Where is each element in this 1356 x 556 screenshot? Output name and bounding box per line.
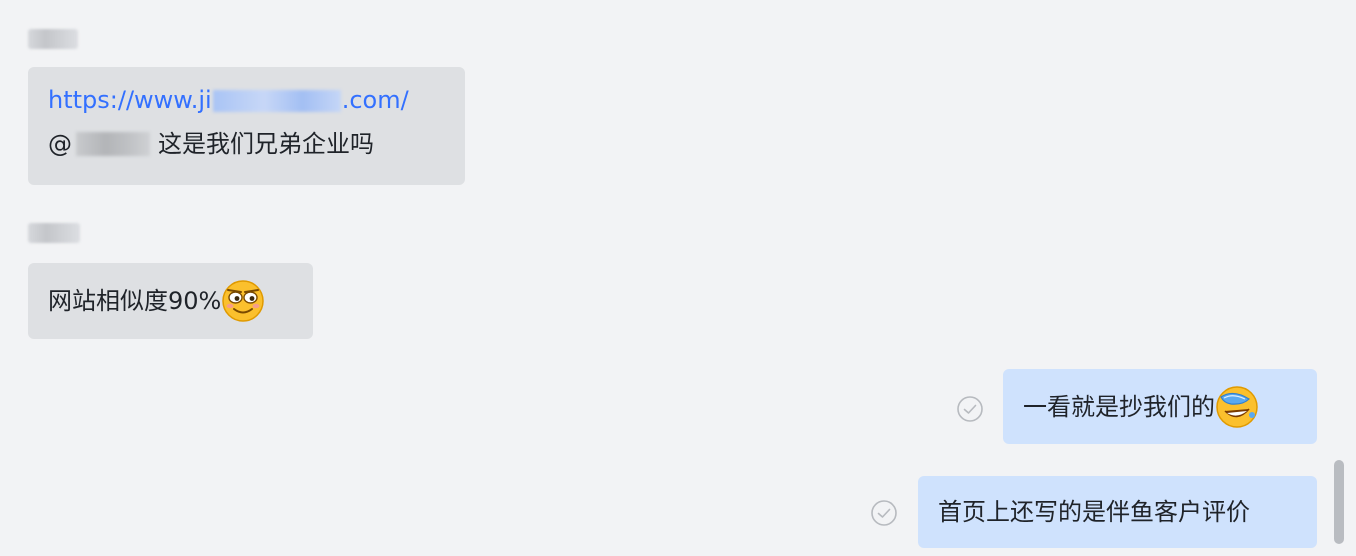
message-bubble-outgoing[interactable]: 一看就是抄我们的 <box>1003 369 1317 444</box>
facepalm-laugh-emoji-icon <box>1216 385 1258 428</box>
read-status-icon <box>871 500 897 526</box>
message-text: 这是我们兄弟企业吗 <box>158 130 374 158</box>
mention-redaction <box>76 132 150 156</box>
message-content: 一看就是抄我们的 <box>1023 369 1297 444</box>
message-bubble-incoming[interactable]: https://www.ji .com/ @ 这是我们兄弟企业吗 <box>28 67 465 185</box>
smirk-emoji-icon <box>222 280 265 322</box>
chat-message-list: https://www.ji .com/ @ 这是我们兄弟企业吗 网站相似度90% <box>0 0 1356 556</box>
message-text: 首页上还写的是伴鱼客户评价 <box>938 498 1250 526</box>
link-redaction <box>212 90 341 112</box>
sender-name-blurred <box>28 222 80 244</box>
message-text: 一看就是抄我们的 <box>1023 392 1215 421</box>
message-bubble-incoming[interactable]: 网站相似度90% <box>28 263 313 339</box>
mention-at: @ <box>48 130 72 158</box>
message-content: 网站相似度90% <box>48 263 293 339</box>
message-link-line: https://www.ji .com/ <box>48 83 445 117</box>
message-bubble-outgoing[interactable]: 首页上还写的是伴鱼客户评价 <box>918 476 1317 548</box>
message-text: 网站相似度90% <box>48 287 222 315</box>
sender-name-blurred <box>28 28 78 50</box>
scrollbar-thumb[interactable] <box>1334 460 1344 544</box>
message-content: 首页上还写的是伴鱼客户评价 <box>938 476 1297 548</box>
message-text-line: @ 这是我们兄弟企业吗 <box>48 127 445 161</box>
read-status-icon <box>957 396 983 422</box>
message-link[interactable]: https://www.ji .com/ <box>48 83 409 117</box>
